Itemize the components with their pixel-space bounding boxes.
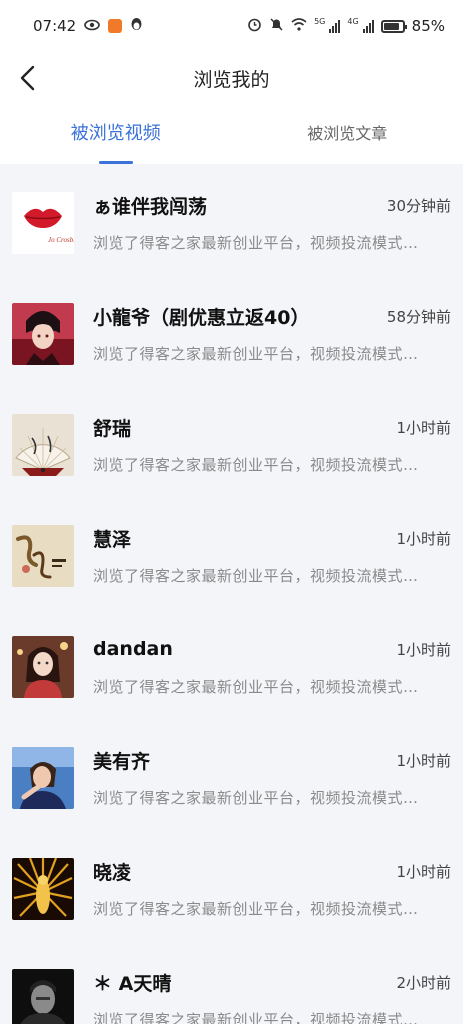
dark-portrait-avatar-image <box>12 969 74 1024</box>
view-description: 浏览了得客之家最新创业平台，视频投流模式… <box>93 678 419 696</box>
wifi-icon <box>291 18 307 34</box>
mute-bell-icon <box>269 17 284 35</box>
network-type-2: 4G <box>347 16 359 26</box>
user-name: 美有齐 <box>93 750 151 773</box>
tab-label: 被浏览文章 <box>307 124 388 143</box>
list-item-header: 舒瑞 1小时前 <box>93 412 451 442</box>
tab-viewed-articles[interactable]: 被浏览文章 <box>232 104 463 164</box>
list-item-body: ＊ A天晴 2小时前 浏览了得客之家最新创业平台，视频投流模式… <box>93 967 451 1024</box>
avatar <box>12 858 74 920</box>
list-item-body: 小龍爷（剧优惠立返40） 58分钟前 浏览了得客之家最新创业平台，视频投流模式… <box>93 301 451 364</box>
status-bar-left: 07:42 <box>33 17 143 35</box>
status-bar: 07:42 5G 4G 85% <box>0 0 463 52</box>
view-description: 浏览了得客之家最新创业平台，视频投流模式… <box>93 567 419 585</box>
tab-bar: 被浏览视频 被浏览文章 <box>0 104 463 164</box>
list-item-header: 慧泽 1小时前 <box>93 523 451 553</box>
status-time: 07:42 <box>33 17 77 35</box>
signal-bars-2-icon <box>362 19 374 33</box>
avatar <box>12 303 74 365</box>
user-name: 舒瑞 <box>93 417 132 440</box>
signal-bars-1-icon <box>329 19 341 33</box>
list-item-body: dandan 1小时前 浏览了得客之家最新创业平台，视频投流模式… <box>93 634 451 697</box>
screen: 07:42 5G 4G 85% 浏览我的 被浏览视频 被浏览文章 Jo Cros… <box>0 0 463 1024</box>
folding-fan-avatar-image <box>12 414 74 476</box>
tab-label: 被浏览视频 <box>70 123 161 144</box>
back-button[interactable] <box>14 64 42 92</box>
view-description: 浏览了得客之家最新创业平台，视频投流模式… <box>93 789 419 807</box>
status-bar-right: 5G 4G 85% <box>247 17 445 35</box>
avatar <box>12 636 74 698</box>
list-item[interactable]: ＊ A天晴 2小时前 浏览了得客之家最新创业平台，视频投流模式… <box>0 941 463 1024</box>
user-name: 晓凌 <box>93 861 132 884</box>
header: 浏览我的 <box>0 52 463 104</box>
active-tab-indicator <box>98 161 133 164</box>
battery-fill <box>383 22 399 30</box>
girl-photo-avatar-image <box>12 636 74 698</box>
user-name: 小龍爷（剧优惠立返40） <box>93 306 310 329</box>
user-name: dandan <box>93 638 173 660</box>
network-type-1: 5G <box>314 16 326 26</box>
avatar <box>12 747 74 809</box>
list-item[interactable]: Jo Crosbi ぁ谁伴我闯荡 30分钟前 浏览了得客之家最新创业平台，视频投… <box>0 164 463 275</box>
user-name: 慧泽 <box>93 528 132 551</box>
list-item-header: 晓凌 1小时前 <box>93 856 451 886</box>
list-item-header: ＊ A天晴 2小时前 <box>93 967 451 997</box>
view-description: 浏览了得客之家最新创业平台，视频投流模式… <box>93 456 419 474</box>
shield-app-icon <box>108 19 123 33</box>
list-item[interactable]: 舒瑞 1小时前 浏览了得客之家最新创业平台，视频投流模式… <box>0 386 463 497</box>
svg-text:Jo Crosbi: Jo Crosbi <box>48 236 74 244</box>
list-item-body: 美有齐 1小时前 浏览了得客之家最新创业平台，视频投流模式… <box>93 745 451 808</box>
list-item-body: 晓凌 1小时前 浏览了得客之家最新创业平台，视频投流模式… <box>93 856 451 919</box>
view-time: 58分钟前 <box>386 307 451 326</box>
anime-boy-avatar-image <box>12 303 74 365</box>
user-name: ぁ谁伴我闯荡 <box>93 195 208 218</box>
view-description: 浏览了得客之家最新创业平台，视频投流模式… <box>93 1011 419 1024</box>
calligraphy-avatar-image <box>12 525 74 587</box>
view-description: 浏览了得客之家最新创业平台，视频投流模式… <box>93 900 419 918</box>
list-item-header: dandan 1小时前 <box>93 634 451 664</box>
list-item-header: ぁ谁伴我闯荡 30分钟前 <box>93 190 451 220</box>
list-item-header: 小龍爷（剧优惠立返40） 58分钟前 <box>93 301 451 331</box>
view-time: 1小时前 <box>396 751 451 770</box>
viewer-list: Jo Crosbi ぁ谁伴我闯荡 30分钟前 浏览了得客之家最新创业平台，视频投… <box>0 164 463 1024</box>
battery-percent: 85% <box>411 17 445 35</box>
view-time: 2小时前 <box>396 973 451 992</box>
avatar: Jo Crosbi <box>12 192 74 254</box>
list-item-body: 舒瑞 1小时前 浏览了得客之家最新创业平台，视频投流模式… <box>93 412 451 475</box>
view-description: 浏览了得客之家最新创业平台，视频投流模式… <box>93 345 419 363</box>
eye-icon <box>84 19 101 34</box>
view-time: 30分钟前 <box>386 196 451 215</box>
user-name: ＊ A天晴 <box>93 972 172 995</box>
list-item[interactable]: 晓凌 1小时前 浏览了得客之家最新创业平台，视频投流模式… <box>0 830 463 941</box>
avatar <box>12 525 74 587</box>
list-item-body: 慧泽 1小时前 浏览了得客之家最新创业平台，视频投流模式… <box>93 523 451 586</box>
view-description: 浏览了得客之家最新创业平台，视频投流模式… <box>93 234 419 252</box>
alarm-icon <box>247 17 262 35</box>
view-time: 1小时前 <box>396 862 451 881</box>
view-time: 1小时前 <box>396 640 451 659</box>
list-item[interactable]: dandan 1小时前 浏览了得客之家最新创业平台，视频投流模式… <box>0 608 463 719</box>
list-item[interactable]: 美有齐 1小时前 浏览了得客之家最新创业平台，视频投流模式… <box>0 719 463 830</box>
avatar <box>12 969 74 1024</box>
penguin-icon <box>130 17 143 35</box>
view-time: 1小时前 <box>396 529 451 548</box>
tab-viewed-videos[interactable]: 被浏览视频 <box>0 104 232 164</box>
woman-blue-avatar-image <box>12 747 74 809</box>
page-title: 浏览我的 <box>193 68 270 91</box>
red-lips-avatar-image: Jo Crosbi <box>12 192 74 254</box>
battery-icon <box>380 19 407 33</box>
list-item-body: ぁ谁伴我闯荡 30分钟前 浏览了得客之家最新创业平台，视频投流模式… <box>93 190 451 253</box>
list-item-header: 美有齐 1小时前 <box>93 745 451 775</box>
list-item[interactable]: 小龍爷（剧优惠立返40） 58分钟前 浏览了得客之家最新创业平台，视频投流模式… <box>0 275 463 386</box>
golden-buddha-avatar-image <box>12 858 74 920</box>
avatar <box>12 414 74 476</box>
list-item[interactable]: 慧泽 1小时前 浏览了得客之家最新创业平台，视频投流模式… <box>0 497 463 608</box>
chevron-left-icon <box>20 65 35 91</box>
view-time: 1小时前 <box>396 418 451 437</box>
